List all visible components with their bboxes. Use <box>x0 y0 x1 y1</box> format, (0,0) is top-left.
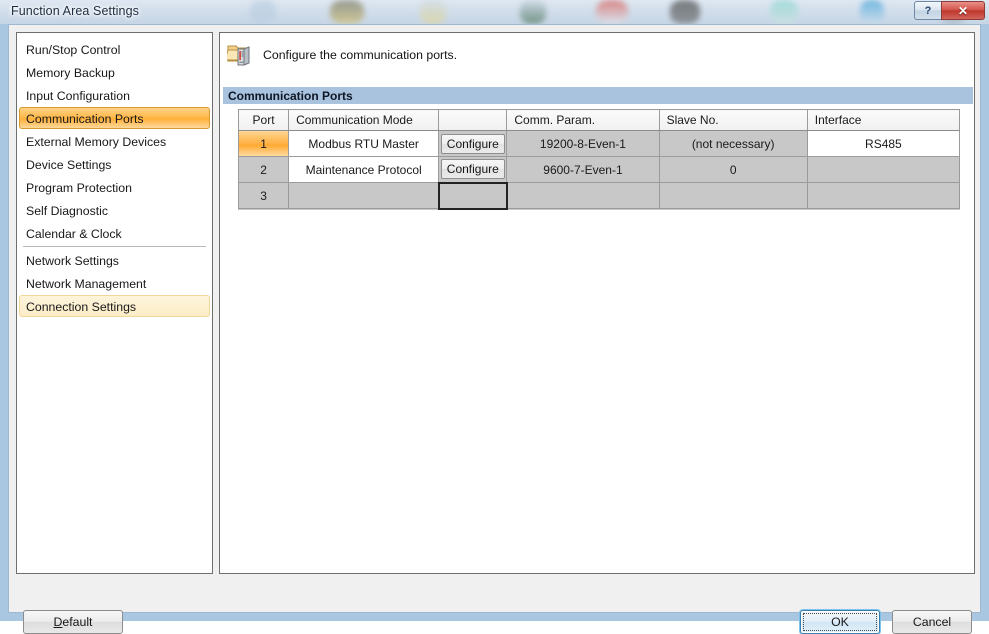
cell-configure-1[interactable]: Configure <box>438 130 508 157</box>
sidebar-item-device-settings[interactable]: Device Settings <box>19 153 210 175</box>
column-header-interface[interactable]: Interface <box>806 109 961 131</box>
table-row[interactable]: 3 <box>237 181 961 210</box>
glass-smear <box>770 0 798 24</box>
focus-ring <box>803 613 877 631</box>
sidebar-item-label: Device Settings <box>26 158 112 172</box>
sidebar-item-label: Network Settings <box>26 254 119 268</box>
glass-smear <box>596 0 628 24</box>
window-title: Function Area Settings <box>11 4 139 18</box>
ok-button[interactable]: OK <box>800 610 880 634</box>
sidebar-item-input-configuration[interactable]: Input Configuration <box>19 84 210 106</box>
sidebar-item-label: Input Configuration <box>26 89 130 103</box>
sidebar-item-label: Memory Backup <box>26 66 115 80</box>
table-row[interactable]: 2 Maintenance Protocol Configure 9600-7-… <box>237 156 961 183</box>
close-button[interactable]: ✕ <box>941 1 985 20</box>
cell-interface-3[interactable] <box>806 182 961 209</box>
default-button-label: Default <box>54 615 93 629</box>
column-header-slave-no[interactable]: Slave No. <box>658 109 808 131</box>
cell-configure-3[interactable] <box>437 181 508 210</box>
configure-button-port-1[interactable]: Configure <box>440 133 505 154</box>
sidebar-item-label: Network Management <box>26 277 147 291</box>
section-header-label: Communication Ports <box>228 88 353 103</box>
sidebar-item-external-memory-devices[interactable]: External Memory Devices <box>19 130 210 152</box>
communication-ports-icon <box>227 42 254 68</box>
settings-category-list[interactable]: Run/Stop Control Memory Backup Input Con… <box>16 32 213 574</box>
cell-mode-3[interactable] <box>288 182 440 209</box>
glass-smear <box>250 0 276 24</box>
cell-comm-param-1[interactable]: 19200-8-Even-1 <box>506 130 660 157</box>
table-header-row: Port Communication Mode Comm. Param. Sla… <box>237 109 961 131</box>
sidebar-item-network-management[interactable]: Network Management <box>19 272 210 294</box>
communication-ports-panel: Configure the communication ports. Commu… <box>219 32 975 574</box>
cancel-button-label: Cancel <box>912 615 952 629</box>
sidebar-item-calendar-clock[interactable]: Calendar & Clock <box>19 222 210 244</box>
cell-slave-no-1[interactable]: (not necessary) <box>658 130 808 157</box>
cell-comm-param-2[interactable]: 9600-7-Even-1 <box>506 156 660 183</box>
dialog-content: Run/Stop Control Memory Backup Input Con… <box>8 24 981 634</box>
communication-ports-table[interactable]: Port Communication Mode Comm. Param. Sla… <box>237 109 961 210</box>
panel-description-row: Configure the communication ports. <box>220 33 974 76</box>
default-button[interactable]: Default <box>23 610 123 634</box>
help-button[interactable]: ? <box>914 1 941 20</box>
cancel-button[interactable]: Cancel <box>892 610 972 634</box>
sidebar-item-label: Program Protection <box>26 181 132 195</box>
glass-smear <box>520 0 546 24</box>
table-row[interactable]: 1 Modbus RTU Master Configure 19200-8-Ev… <box>237 130 961 157</box>
cell-mode-2[interactable]: Maintenance Protocol <box>288 156 440 183</box>
sidebar-item-communication-ports[interactable]: Communication Ports <box>19 107 210 129</box>
cell-configure-2[interactable]: Configure <box>438 156 508 183</box>
default-label-rest: efault <box>62 615 93 629</box>
glass-smear <box>420 0 446 24</box>
section-header-communication-ports: Communication Ports <box>223 87 973 104</box>
cell-mode-1[interactable]: Modbus RTU Master <box>288 130 440 157</box>
panel-description-text: Configure the communication ports. <box>263 47 458 62</box>
cell-comm-param-3[interactable] <box>506 182 660 209</box>
function-area-settings-dialog: Function Area Settings ? ✕ Run/Stop Cont… <box>0 0 989 634</box>
sidebar-item-memory-backup[interactable]: Memory Backup <box>19 61 210 83</box>
title-bar[interactable]: Function Area Settings ? ✕ <box>0 0 989 24</box>
cell-interface-1[interactable]: RS485 <box>806 130 961 157</box>
sidebar-item-label: Communication Ports <box>26 112 144 126</box>
sidebar-item-connection-settings[interactable]: Connection Settings <box>19 295 210 317</box>
cell-port-3[interactable]: 3 <box>237 182 290 209</box>
sidebar-item-label: Connection Settings <box>26 300 137 314</box>
column-header-configure[interactable] <box>438 109 508 131</box>
cell-port-1[interactable]: 1 <box>237 130 290 157</box>
column-header-comm-param[interactable]: Comm. Param. <box>506 109 660 131</box>
column-header-mode[interactable]: Communication Mode <box>288 109 440 131</box>
window-frame: Run/Stop Control Memory Backup Input Con… <box>0 24 989 634</box>
glass-smear <box>860 0 884 24</box>
sidebar-item-self-diagnostic[interactable]: Self Diagnostic <box>19 199 210 221</box>
sidebar-divider <box>23 246 206 247</box>
sidebar-item-program-protection[interactable]: Program Protection <box>19 176 210 198</box>
sidebar-item-network-settings[interactable]: Network Settings <box>19 249 210 271</box>
cell-port-2[interactable]: 2 <box>237 156 290 183</box>
cell-slave-no-2[interactable]: 0 <box>658 156 808 183</box>
glass-smear <box>330 0 364 24</box>
sidebar-item-label: External Memory Devices <box>26 135 167 149</box>
cell-slave-no-3[interactable] <box>658 182 808 209</box>
cell-interface-2[interactable] <box>806 156 961 183</box>
caption-button-group: ? ✕ <box>914 1 985 20</box>
column-header-port[interactable]: Port <box>237 109 290 131</box>
configure-button-port-2[interactable]: Configure <box>440 159 505 180</box>
sidebar-item-label: Run/Stop Control <box>26 43 121 57</box>
sidebar-item-label: Calendar & Clock <box>26 227 122 241</box>
glass-smear <box>670 0 700 24</box>
sidebar-item-label: Self Diagnostic <box>26 204 109 218</box>
sidebar-item-run-stop-control[interactable]: Run/Stop Control <box>19 38 210 60</box>
